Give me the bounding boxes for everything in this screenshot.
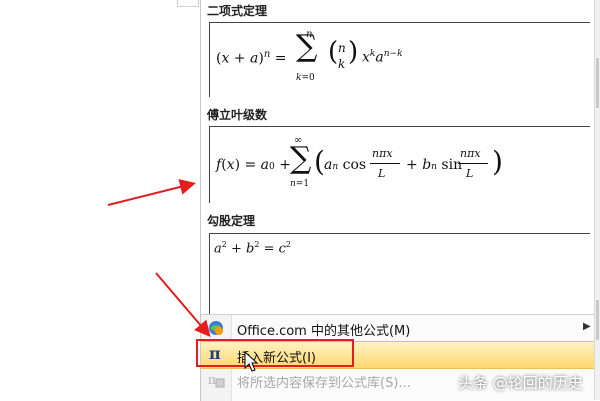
equation-gallery: 二项式定理 (x + a)n = ∑ n k=0 ( n k ) xkan−k …: [200, 0, 595, 314]
menu-item-office-equations[interactable]: Office.com 中的其他公式(M) ▶: [201, 315, 595, 341]
submenu-arrow-icon: ▶: [583, 321, 591, 332]
section-title-fourier: 傅立叶级数: [207, 108, 268, 122]
equation-fourier[interactable]: f(x) = a0 + ∞ ∑ n=1 ( an cos nπx L + bn …: [209, 126, 590, 203]
binomial-formula: (x + a)n =: [216, 49, 287, 67]
office-globe-icon: [207, 320, 225, 336]
section-title-pythagorean: 勾股定理: [207, 214, 256, 228]
watermark: 头条 @轮回的历史: [458, 374, 583, 392]
annotation-highlight-box: [196, 339, 354, 367]
sum-symbol-fourier: ∑: [290, 141, 312, 176]
equation-pythagorean[interactable]: a2 + b2 = c2: [209, 233, 590, 314]
equation-binomial[interactable]: (x + a)n = ∑ n k=0 ( n k ) xkan−k: [209, 22, 590, 97]
document-page-left: [0, 0, 200, 400]
pythagorean-formula: a2 + b2 = c2: [214, 240, 291, 257]
vertical-scrollbar[interactable]: [594, 0, 600, 400]
fourier-formula: f(x) = a0 +: [216, 157, 291, 173]
save-equation-icon: π: [207, 372, 225, 388]
section-title-binomial: 二项式定理: [207, 4, 268, 18]
svg-text:π: π: [208, 373, 216, 387]
gallery-top-handle: [177, 0, 199, 7]
